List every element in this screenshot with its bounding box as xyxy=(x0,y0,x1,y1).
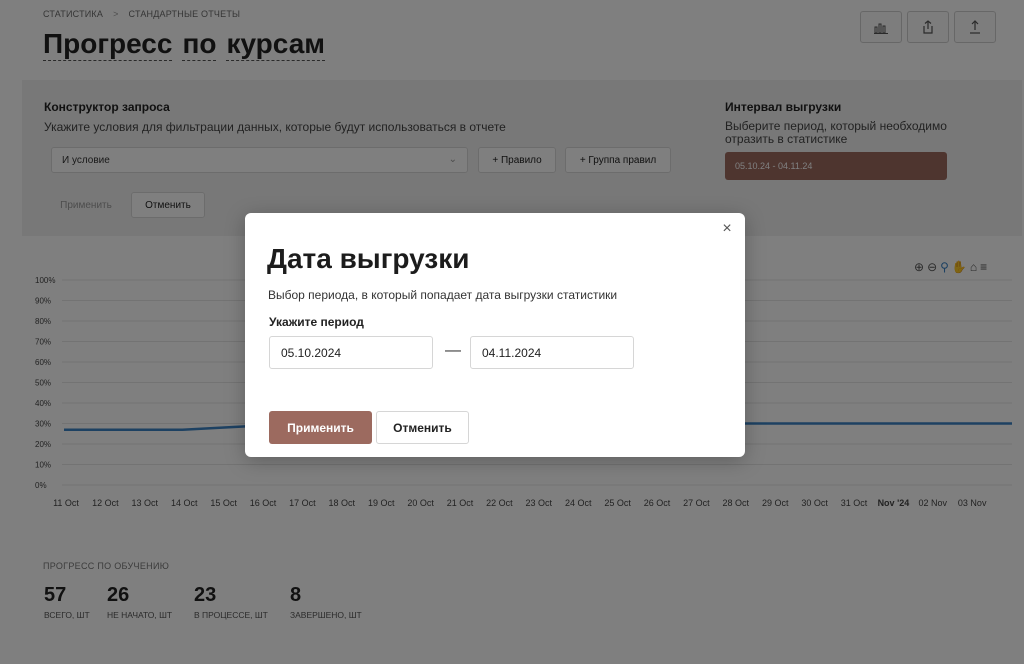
close-icon[interactable]: × xyxy=(719,221,735,237)
period-label: Укажите период xyxy=(269,315,364,329)
apply-button[interactable]: Применить xyxy=(269,411,372,444)
cancel-button[interactable]: Отменить xyxy=(376,411,469,444)
date-from-input[interactable] xyxy=(269,336,433,369)
date-to-input[interactable] xyxy=(470,336,634,369)
modal-title: Дата выгрузки xyxy=(267,243,470,274)
period-dash: — xyxy=(445,342,461,359)
modal-description: Выбор периода, в который попадает дата в… xyxy=(268,288,618,302)
export-date-modal: × Дата выгрузки Выбор периода, в который… xyxy=(245,213,745,457)
